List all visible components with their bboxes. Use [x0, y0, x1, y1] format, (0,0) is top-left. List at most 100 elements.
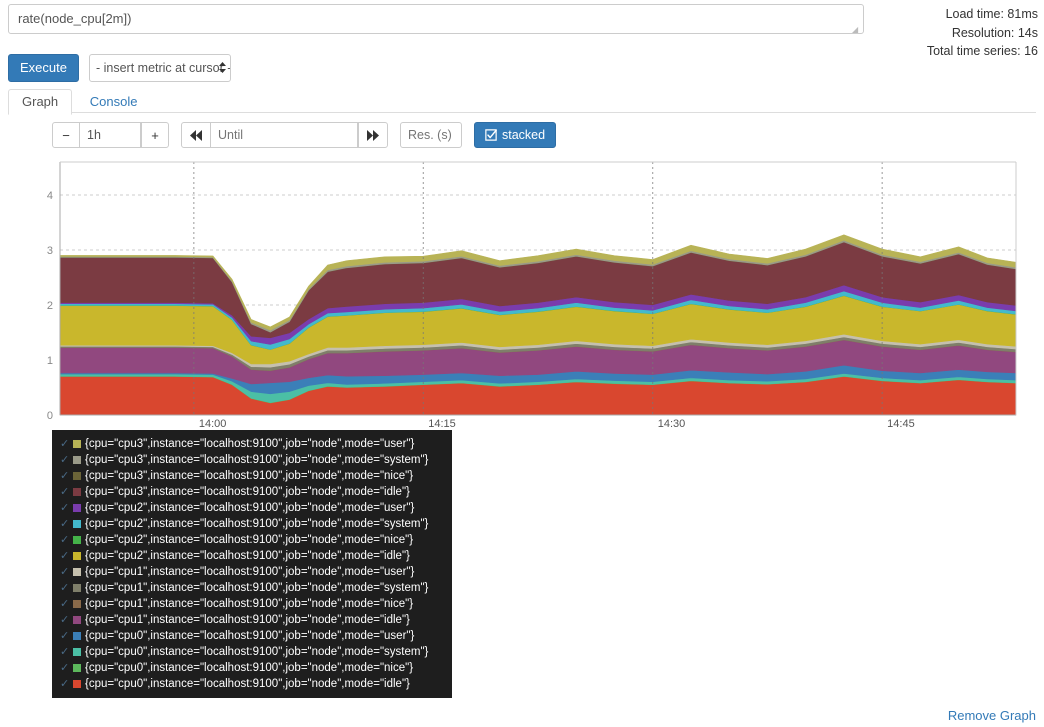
- legend-item[interactable]: ✓ {cpu="cpu1",instance="localhost:9100",j…: [60, 564, 446, 580]
- legend-item[interactable]: ✓{cpu="cpu2",instance="localhost:9100",j…: [60, 532, 446, 548]
- stacked-toggle-button[interactable]: stacked: [474, 122, 556, 148]
- insert-metric-select[interactable]: - insert metric at cursor -: [89, 54, 231, 82]
- legend-color-swatch: [73, 520, 81, 528]
- legend-item[interactable]: ✓ {cpu="cpu2",instance="localhost:9100",j…: [60, 548, 446, 564]
- legend-item[interactable]: ✓ {cpu="cpu0",instance="localhost:9100",j…: [60, 676, 446, 692]
- x-axis-tick-label: 14:30: [658, 418, 686, 430]
- legend-item-label: {cpu="cpu2",instance="localhost:9100",jo…: [85, 502, 414, 514]
- legend-color-swatch: [73, 456, 81, 464]
- legend-item[interactable]: ✓ {cpu="cpu3",instance="localhost:9100",j…: [60, 484, 446, 500]
- expression-browser-page: Load time: 81ms Resolution: 14s Total ti…: [0, 0, 1044, 727]
- legend-color-swatch: [73, 488, 81, 496]
- legend-check-icon: ✓: [60, 599, 73, 610]
- legend-color-swatch: [73, 600, 81, 608]
- legend-check-icon: ✓: [60, 487, 73, 498]
- legend-item-label: {cpu="cpu3",instance="localhost:9100",jo…: [85, 486, 410, 498]
- stacked-toggle-label: stacked: [502, 128, 545, 142]
- legend-item[interactable]: ✓ {cpu="cpu1",instance="localhost:9100",j…: [60, 580, 446, 596]
- tab-graph[interactable]: Graph: [8, 89, 72, 115]
- legend-item[interactable]: ✓ {cpu="cpu3",instance="localhost:9100",j…: [60, 452, 446, 468]
- legend-item[interactable]: ✓ {cpu="cpu3",instance="localhost:9100",j…: [60, 468, 446, 484]
- y-axis-tick-label: 2: [47, 300, 53, 312]
- legend-color-swatch: [73, 664, 81, 672]
- insert-metric-select-value: - insert metric at cursor -: [96, 61, 231, 75]
- legend-item[interactable]: ✓{cpu="cpu1",instance="localhost:9100",j…: [60, 596, 446, 612]
- resolution-stat: Resolution: 14s: [927, 24, 1038, 43]
- legend-item-label: {cpu="cpu0",instance="localhost:9100",jo…: [85, 630, 414, 642]
- increase-range-button[interactable]: +: [141, 122, 169, 148]
- graph-chart[interactable]: 0123414:0014:1514:3014:45: [20, 158, 1020, 433]
- legend-item-label: {cpu="cpu0",instance="localhost:9100",jo…: [85, 678, 410, 690]
- x-axis-tick-label: 14:45: [887, 418, 915, 430]
- legend-item-label: {cpu="cpu2",instance="localhost:9100",jo…: [85, 550, 410, 562]
- legend-item-label: {cpu="cpu3",instance="localhost:9100",jo…: [85, 470, 413, 482]
- legend-check-icon: ✓: [60, 663, 73, 674]
- legend-item[interactable]: ✓{cpu="cpu2",instance="localhost:9100",j…: [60, 516, 446, 532]
- legend-check-icon: ✓: [60, 439, 73, 450]
- legend-item-label: {cpu="cpu3",instance="localhost:9100",jo…: [85, 438, 414, 450]
- legend-check-icon: ✓: [60, 471, 73, 482]
- decrease-range-button[interactable]: −: [52, 122, 80, 148]
- graph-controls: − +: [52, 122, 556, 148]
- legend-color-swatch: [73, 472, 81, 480]
- legend-item-label: {cpu="cpu1",instance="localhost:9100",jo…: [85, 566, 414, 578]
- chart-svg: 0123414:0014:1514:3014:45: [20, 158, 1020, 433]
- legend-check-icon: ✓: [60, 631, 73, 642]
- legend-item-label: {cpu="cpu0",instance="localhost:9100",jo…: [85, 646, 428, 658]
- legend-item[interactable]: ✓ {cpu="cpu2",instance="localhost:9100",j…: [60, 500, 446, 516]
- range-control-group: − +: [52, 122, 169, 148]
- tab-console[interactable]: Console: [76, 89, 152, 115]
- graph-legend: ✓ {cpu="cpu3",instance="localhost:9100",j…: [52, 430, 452, 698]
- check-square-icon: [485, 129, 497, 141]
- result-tabs: Graph Console: [8, 88, 1036, 113]
- legend-item-label: {cpu="cpu1",instance="localhost:9100",jo…: [85, 614, 410, 626]
- legend-item-label: {cpu="cpu1",instance="localhost:9100",jo…: [85, 582, 428, 594]
- range-input[interactable]: [79, 122, 141, 148]
- execute-row: Execute - insert metric at cursor -: [8, 54, 231, 82]
- legend-check-icon: ✓: [60, 647, 73, 658]
- load-time-stat: Load time: 81ms: [927, 5, 1038, 24]
- legend-color-swatch: [73, 648, 81, 656]
- query-stats: Load time: 81ms Resolution: 14s Total ti…: [927, 5, 1038, 61]
- remove-graph-link[interactable]: Remove Graph: [948, 708, 1036, 723]
- execute-button[interactable]: Execute: [8, 54, 79, 82]
- legend-color-swatch: [73, 680, 81, 688]
- y-axis-tick-label: 4: [47, 190, 53, 202]
- step-backward-button[interactable]: [181, 122, 211, 148]
- legend-color-swatch: [73, 536, 81, 544]
- x-axis-tick-label: 14:15: [428, 418, 456, 430]
- legend-check-icon: ✓: [60, 583, 73, 594]
- legend-check-icon: ✓: [60, 679, 73, 690]
- end-time-input[interactable]: [210, 122, 358, 148]
- legend-item-label: {cpu="cpu2",instance="localhost:9100",jo…: [85, 518, 428, 530]
- expression-input[interactable]: [8, 4, 864, 34]
- expression-input-wrapper: [8, 4, 864, 37]
- graph-panel: − +: [8, 113, 1036, 713]
- legend-check-icon: ✓: [60, 455, 73, 466]
- legend-check-icon: ✓: [60, 551, 73, 562]
- legend-color-swatch: [73, 632, 81, 640]
- legend-item-label: {cpu="cpu3",instance="localhost:9100",jo…: [85, 454, 428, 466]
- chevron-updown-icon: [219, 62, 226, 74]
- legend-item[interactable]: ✓ {cpu="cpu3",instance="localhost:9100",j…: [60, 436, 446, 452]
- y-axis-tick-label: 1: [47, 355, 53, 367]
- legend-item[interactable]: ✓ {cpu="cpu0",instance="localhost:9100",j…: [60, 660, 446, 676]
- total-series-stat: Total time series: 16: [927, 42, 1038, 61]
- legend-color-swatch: [73, 552, 81, 560]
- legend-item-label: {cpu="cpu0",instance="localhost:9100",jo…: [85, 662, 413, 674]
- legend-item[interactable]: ✓ {cpu="cpu0",instance="localhost:9100",j…: [60, 628, 446, 644]
- legend-item[interactable]: ✓ {cpu="cpu0",instance="localhost:9100",j…: [60, 644, 446, 660]
- legend-check-icon: ✓: [60, 503, 73, 514]
- legend-color-swatch: [73, 616, 81, 624]
- resolution-input[interactable]: [400, 122, 462, 148]
- x-axis-tick-label: 14:00: [199, 418, 227, 430]
- legend-item-label: {cpu="cpu2",instance="localhost:9100",jo…: [85, 534, 413, 546]
- legend-color-swatch: [73, 584, 81, 592]
- legend-color-swatch: [73, 504, 81, 512]
- legend-check-icon: ✓: [60, 567, 73, 578]
- step-forward-button[interactable]: [358, 122, 388, 148]
- legend-color-swatch: [73, 568, 81, 576]
- legend-item[interactable]: ✓ {cpu="cpu1",instance="localhost:9100",j…: [60, 612, 446, 628]
- legend-check-icon: ✓: [60, 615, 73, 626]
- y-axis-tick-label: 0: [47, 410, 53, 422]
